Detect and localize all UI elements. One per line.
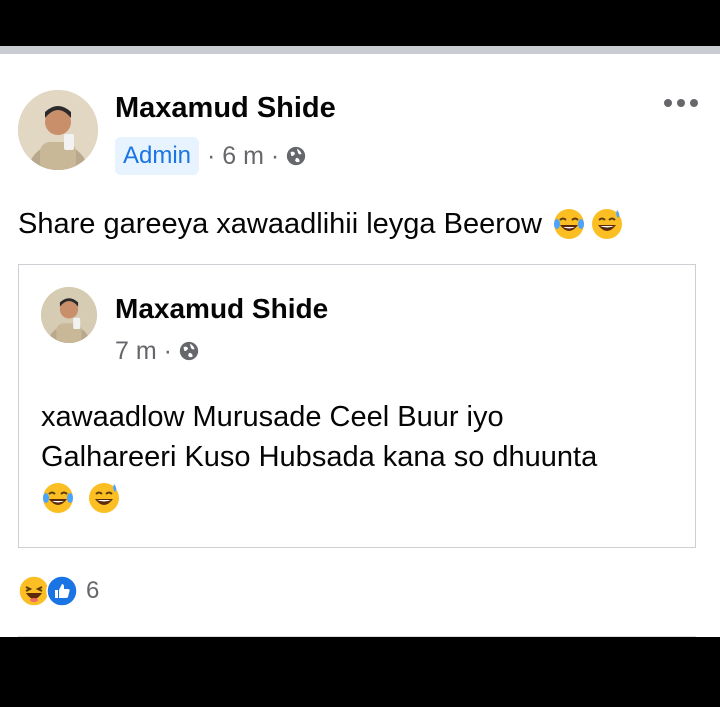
shared-post-emojis <box>41 477 681 517</box>
sweat-smile-emoji <box>590 207 624 241</box>
author-avatar[interactable] <box>18 90 98 170</box>
shared-post-meta: 7 m · <box>115 335 200 367</box>
top-black-bar <box>0 0 720 46</box>
globe-icon <box>178 340 200 362</box>
shared-author-avatar[interactable] <box>41 287 97 343</box>
post-meta: Admin · 6 m · <box>115 137 307 175</box>
shared-post-text-line: xawaadlow Murusade Ceel Buur iyo <box>41 401 504 433</box>
shared-post-text-line: Galhareeri Kuso Hubsada kana so dhuunta <box>41 441 598 473</box>
post-author-name[interactable]: Maxamud Shide <box>115 92 336 125</box>
reactions-summary[interactable]: 6 <box>18 574 99 608</box>
feed-post: Maxamud Shide Admin · 6 m · Share gareey… <box>0 46 720 637</box>
tears-of-joy-emoji <box>41 481 75 515</box>
post-text-content: Share gareeya xawaadlihii leyga Beerow <box>18 208 542 240</box>
post-timestamp[interactable]: · 6 m · <box>207 142 279 171</box>
shared-post-text: xawaadlow Murusade Ceel Buur iyo Galhare… <box>41 397 681 517</box>
shared-post-author-name[interactable]: Maxamud Shide <box>115 293 328 325</box>
globe-icon <box>285 145 307 167</box>
admin-badge: Admin <box>115 137 200 175</box>
more-options-icon[interactable] <box>664 98 698 108</box>
tears-of-joy-emoji <box>552 207 586 241</box>
shared-post-card[interactable]: Maxamud Shide 7 m · xawaadlow Murusade C… <box>18 264 696 548</box>
reaction-count[interactable]: 6 <box>86 577 99 605</box>
shared-post-timestamp[interactable]: 7 m · <box>115 337 172 366</box>
post-text: Share gareeya xawaadlihii leyga Beerow <box>18 204 624 244</box>
bottom-black-bar <box>0 637 720 707</box>
sweat-smile-emoji <box>87 481 121 515</box>
like-reaction-icon <box>46 575 78 607</box>
